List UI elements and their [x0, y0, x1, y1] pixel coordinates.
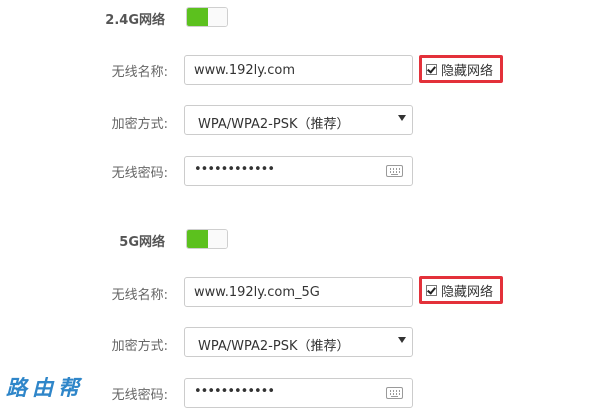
ssid-label-2g: 无线名称:: [111, 65, 168, 80]
ssid-input-2g[interactable]: www.192ly.com: [184, 55, 413, 85]
encryption-value-2g: WPA/WPA2-PSK（推荐）: [198, 117, 350, 132]
ssid-input-5g[interactable]: www.192ly.com_5G: [184, 277, 413, 307]
hide-network-checkbox-2g[interactable]: 隐藏网络: [419, 55, 503, 83]
encryption-label-2g: 加密方式:: [111, 117, 168, 132]
encryption-value-5g: WPA/WPA2-PSK（推荐）: [198, 339, 350, 354]
encryption-label-5g: 加密方式:: [111, 339, 168, 354]
hide-network-label-5g: 隐藏网络: [441, 284, 494, 300]
password-input-2g[interactable]: ••••••••••••: [184, 156, 413, 186]
encryption-select-2g[interactable]: WPA/WPA2-PSK（推荐）: [184, 105, 413, 135]
toggle-on-knob: [187, 230, 208, 248]
encryption-select-5g[interactable]: WPA/WPA2-PSK（推荐）: [184, 327, 413, 357]
keyboard-icon[interactable]: [386, 387, 403, 399]
ssid-value-2g: www.192ly.com: [194, 63, 295, 78]
password-mask-5g: ••••••••••••: [194, 384, 275, 399]
dropdown-caret-icon: [398, 337, 406, 343]
ssid-value-5g: www.192ly.com_5G: [194, 285, 320, 300]
hide-network-checkbox-5g[interactable]: 隐藏网络: [419, 276, 503, 304]
hide-network-label-2g: 隐藏网络: [441, 63, 494, 79]
keyboard-icon[interactable]: [386, 165, 403, 177]
checkbox-checked-icon[interactable]: [426, 284, 437, 296]
checkbox-checked-icon[interactable]: [426, 63, 437, 75]
password-input-5g[interactable]: ••••••••••••: [184, 378, 413, 408]
password-label-2g: 无线密码:: [111, 166, 168, 181]
ssid-label-5g: 无线名称:: [111, 288, 168, 303]
toggle-2g[interactable]: [186, 7, 228, 27]
dropdown-caret-icon: [398, 115, 406, 121]
toggle-5g[interactable]: [186, 229, 228, 249]
toggle-on-knob: [187, 8, 208, 26]
section-title-2g: 2.4G网络: [105, 13, 165, 28]
password-mask-2g: ••••••••••••: [194, 162, 275, 177]
watermark-logo: 路由帮: [6, 375, 84, 400]
section-title-5g: 5G网络: [119, 235, 165, 250]
